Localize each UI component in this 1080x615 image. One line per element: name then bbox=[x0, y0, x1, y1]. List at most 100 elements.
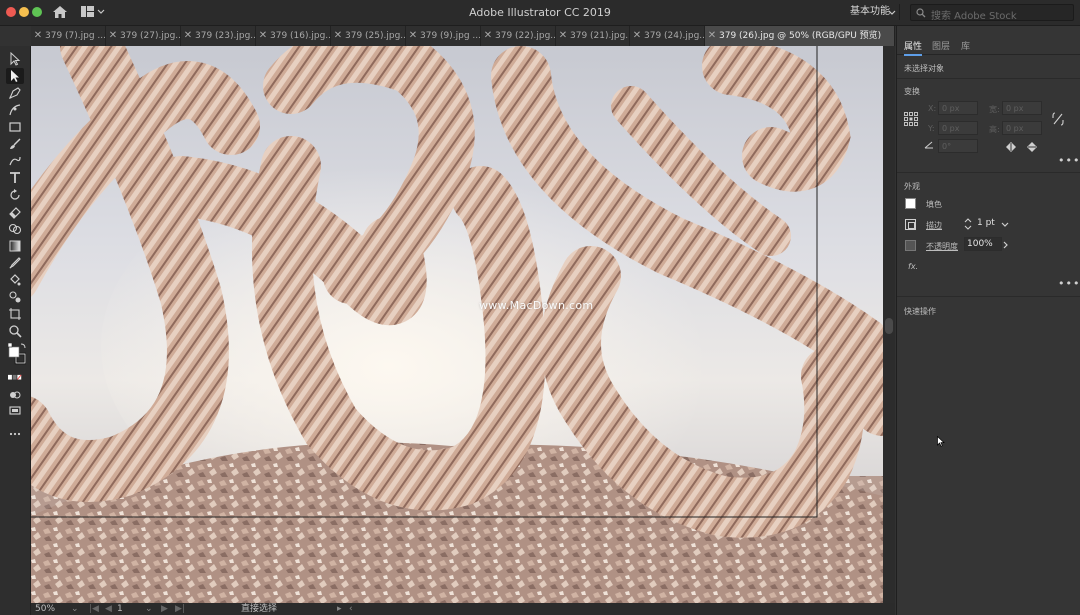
tab-properties[interactable]: 属性 bbox=[904, 39, 923, 56]
zoom-tool-icon[interactable] bbox=[6, 323, 24, 339]
scroll-left-icon[interactable]: ‹ bbox=[349, 603, 353, 615]
flip-horizontal-icon[interactable] bbox=[1005, 142, 1017, 152]
first-artboard-icon[interactable]: |◀ bbox=[89, 603, 99, 615]
fill-stroke-swatch-icon[interactable] bbox=[6, 342, 26, 368]
draw-mode-icon[interactable] bbox=[6, 387, 24, 403]
close-tab-icon[interactable]: ✕ bbox=[705, 26, 719, 46]
artboard-number[interactable]: 1 bbox=[117, 603, 123, 615]
document-tab[interactable]: ✕ 379 (21).jpg... bbox=[556, 26, 630, 46]
quick-actions-title: 快速操作 bbox=[904, 307, 936, 316]
canvas-vertical-scrollbar[interactable] bbox=[883, 46, 895, 603]
eraser-tool-icon[interactable] bbox=[6, 204, 24, 220]
chevron-down-icon[interactable]: ⌄ bbox=[145, 603, 153, 615]
watermark-text: www.MacDown.com bbox=[479, 299, 594, 312]
gradient-tool-icon[interactable] bbox=[6, 238, 24, 254]
close-tab-icon[interactable]: ✕ bbox=[331, 26, 345, 46]
stroke-label[interactable]: 描边 bbox=[926, 220, 942, 231]
document-tab[interactable]: ✕ 379 (27).jpg... bbox=[106, 26, 181, 46]
divider bbox=[897, 78, 1080, 79]
rotate-tool-icon[interactable] bbox=[6, 187, 24, 203]
height-field[interactable]: 0 px bbox=[1002, 121, 1042, 135]
close-tab-icon[interactable]: ✕ bbox=[106, 26, 120, 46]
rotate-angle-field[interactable]: 0° bbox=[938, 139, 978, 153]
home-icon[interactable] bbox=[52, 5, 68, 19]
stroke-stepper-icon[interactable] bbox=[964, 217, 972, 231]
document-tab[interactable]: ✕ 379 (24).jpg... bbox=[630, 26, 705, 46]
flip-vertical-icon[interactable] bbox=[1027, 141, 1037, 153]
close-tab-icon[interactable]: ✕ bbox=[630, 26, 644, 46]
shaper-tool-icon[interactable] bbox=[6, 153, 24, 169]
type-tool-icon[interactable] bbox=[6, 170, 24, 186]
eyedropper-tool-icon[interactable] bbox=[6, 255, 24, 271]
pen-tool-icon[interactable] bbox=[6, 85, 24, 101]
document-tab-active[interactable]: ✕ 379 (26).jpg @ 50% (RGB/GPU 预览) bbox=[705, 26, 895, 46]
chevron-right-icon[interactable] bbox=[1003, 241, 1009, 249]
panel-tabs: 属性 图层 库 bbox=[897, 34, 1080, 56]
title-bar: Adobe Illustrator CC 2019 基本功能 搜索 Adobe … bbox=[0, 0, 1080, 26]
artboard-tool-icon[interactable] bbox=[6, 306, 24, 322]
opacity-icon bbox=[905, 240, 916, 251]
stock-search-placeholder: 搜索 Adobe Stock bbox=[931, 11, 1017, 22]
curvature-tool-icon[interactable] bbox=[6, 102, 24, 118]
document-tab[interactable]: ✕ 379 (9).jpg ... bbox=[406, 26, 481, 46]
document-tab[interactable]: ✕ 379 (16).jpg... bbox=[256, 26, 331, 46]
scrollbar-thumb[interactable] bbox=[885, 318, 893, 334]
arrange-documents-icon[interactable] bbox=[81, 6, 105, 18]
symbol-sprayer-tool-icon[interactable] bbox=[6, 289, 24, 305]
width-field[interactable]: 0 px bbox=[1002, 101, 1042, 115]
close-tab-icon[interactable]: ✕ bbox=[31, 26, 45, 46]
effects-fx-icon[interactable]: fx. bbox=[908, 262, 918, 271]
y-position-field[interactable]: 0 px bbox=[938, 121, 978, 135]
screen-mode-icon[interactable] bbox=[6, 403, 24, 419]
document-tab[interactable]: ✕ 379 (23).jpg... bbox=[181, 26, 256, 46]
direct-selection-tool-icon[interactable] bbox=[6, 68, 24, 84]
selection-tool-icon[interactable] bbox=[6, 51, 24, 67]
opacity-label[interactable]: 不透明度 bbox=[926, 241, 958, 252]
previous-artboard-icon[interactable]: ◀ bbox=[105, 603, 112, 615]
chevron-down-icon bbox=[888, 10, 896, 15]
stroke-weight-field[interactable]: 1 pt bbox=[974, 216, 1004, 230]
transform-more-icon[interactable]: ••• bbox=[1058, 154, 1080, 167]
status-menu-icon[interactable]: ▸ bbox=[337, 603, 342, 615]
next-artboard-icon[interactable]: ▶ bbox=[161, 603, 168, 615]
search-icon bbox=[916, 8, 926, 18]
x-position-field[interactable]: 0 px bbox=[938, 101, 978, 115]
stroke-color-swatch[interactable] bbox=[905, 219, 916, 230]
window-maximize-button[interactable] bbox=[32, 7, 42, 17]
close-tab-icon[interactable]: ✕ bbox=[406, 26, 420, 46]
chevron-down-icon[interactable] bbox=[1001, 222, 1009, 228]
opacity-field[interactable]: 100% bbox=[964, 237, 1002, 251]
tab-layers[interactable]: 图层 bbox=[932, 39, 950, 52]
close-tab-icon[interactable]: ✕ bbox=[556, 26, 570, 46]
rectangle-tool-icon[interactable] bbox=[6, 119, 24, 135]
stock-search-input[interactable]: 搜索 Adobe Stock bbox=[910, 4, 1074, 22]
document-canvas[interactable]: www.MacDown.com bbox=[31, 46, 883, 603]
window-minimize-button[interactable] bbox=[19, 7, 29, 17]
window-close-button[interactable] bbox=[6, 7, 16, 17]
transform-section-title: 变换 bbox=[904, 87, 920, 96]
selection-status: 未选择对象 bbox=[904, 64, 944, 73]
more-tools-icon[interactable] bbox=[6, 426, 24, 442]
document-tab-bar: ✕ 379 (7).jpg ... ✕ 379 (27).jpg... ✕ 379 (… bbox=[31, 26, 895, 46]
close-tab-icon[interactable]: ✕ bbox=[481, 26, 495, 46]
paintbrush-tool-icon[interactable] bbox=[6, 136, 24, 152]
close-tab-icon[interactable]: ✕ bbox=[181, 26, 195, 46]
last-artboard-icon[interactable]: ▶| bbox=[175, 603, 185, 615]
fill-color-swatch[interactable] bbox=[905, 198, 916, 209]
constrain-proportions-icon[interactable] bbox=[1052, 112, 1064, 126]
live-paint-bucket-tool-icon[interactable] bbox=[6, 272, 24, 288]
appearance-more-icon[interactable]: ••• bbox=[1058, 277, 1080, 290]
close-tab-icon[interactable]: ✕ bbox=[256, 26, 270, 46]
chevron-down-icon[interactable]: ⌄ bbox=[71, 603, 79, 615]
workspace-switcher[interactable]: 基本功能 bbox=[838, 4, 900, 20]
artwork-image bbox=[31, 46, 883, 603]
reference-point-icon[interactable] bbox=[904, 112, 918, 126]
zoom-level[interactable]: 50% bbox=[35, 603, 55, 615]
color-mode-icon[interactable] bbox=[6, 372, 24, 388]
shape-builder-tool-icon[interactable] bbox=[6, 221, 24, 237]
document-tab[interactable]: ✕ 379 (7).jpg ... bbox=[31, 26, 106, 46]
document-tab[interactable]: ✕ 379 (22).jpg... bbox=[481, 26, 556, 46]
tab-libraries[interactable]: 库 bbox=[961, 39, 970, 52]
document-tab[interactable]: ✕ 379 (25).jpg... bbox=[331, 26, 406, 46]
divider bbox=[897, 296, 1080, 297]
